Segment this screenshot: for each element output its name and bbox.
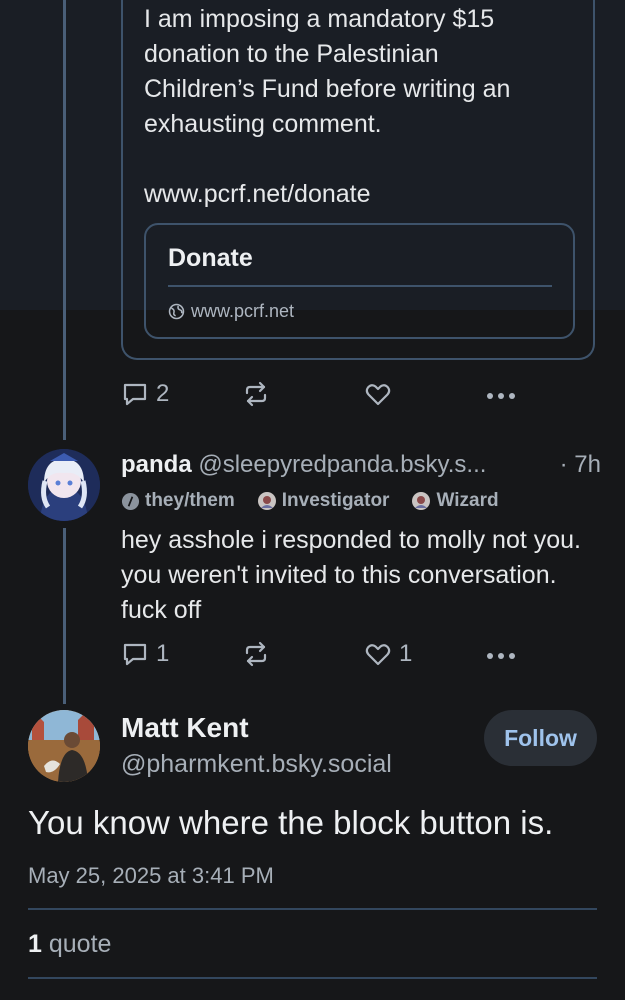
repost-icon [242, 380, 270, 408]
repost-button[interactable] [242, 640, 277, 668]
reply-count: 1 [156, 640, 170, 667]
reply-text: hey asshole i responded to molly not you… [121, 526, 581, 624]
badge-pronouns[interactable]: they/them [121, 490, 235, 512]
link-preview-title: Donate [168, 244, 253, 272]
quoted-post-text: I am imposing a mandatory $15 donation t… [144, 5, 511, 208]
heart-icon [364, 640, 392, 668]
quote-count-number: 1 [28, 930, 42, 958]
reply-icon [121, 380, 149, 408]
slash-circle-icon [121, 492, 140, 511]
badge-wizard-label: Wizard [436, 490, 499, 511]
globe-icon [168, 303, 185, 320]
link-preview-domain-text: www.pcrf.net [191, 301, 295, 321]
main-post-text: You know where the block button is. [28, 804, 554, 841]
like-count: 1 [399, 640, 413, 667]
link-preview-domain: www.pcrf.net [168, 301, 294, 322]
thread-line-top [63, 0, 66, 440]
badge-avatar-icon [257, 491, 277, 511]
reply-header: panda @sleepyredpanda.bsky.s... · 7h [121, 451, 601, 479]
thread-line-middle [63, 528, 66, 704]
divider-top [28, 908, 597, 910]
ellipsis-icon [486, 392, 516, 400]
main-post-handle[interactable]: @pharmkent.bsky.social [121, 750, 392, 779]
badge-wizard[interactable]: Wizard [411, 490, 499, 512]
badge-pronouns-label: they/them [145, 490, 235, 511]
reply-badges: they/them Investigator Wizard [121, 490, 499, 512]
avatar-matt-kent[interactable] [28, 710, 100, 782]
reply-count: 2 [156, 380, 170, 407]
main-post-display-name[interactable]: Matt Kent [121, 712, 249, 744]
reply-button[interactable]: 2 [121, 380, 169, 408]
reply-icon [121, 640, 149, 668]
link-preview-card[interactable]: Donate www.pcrf.net [144, 223, 575, 339]
more-options-button[interactable] [486, 652, 516, 660]
main-post-timestamp: May 25, 2025 at 3:41 PM [28, 863, 274, 888]
reply-button[interactable]: 1 [121, 640, 169, 668]
badge-investigator[interactable]: Investigator [257, 490, 390, 512]
quote-count-label: quote [48, 930, 112, 958]
reply-actions: 1 1 [121, 640, 521, 674]
quote-count-link[interactable]: 1 quote [28, 930, 111, 959]
avatar-panda[interactable] [28, 449, 100, 521]
repost-icon [242, 640, 270, 668]
badge-avatar-icon [411, 491, 431, 511]
more-options-button[interactable] [486, 392, 516, 400]
reply-time: · 7h [559, 451, 601, 478]
like-button[interactable]: 1 [364, 640, 412, 668]
follow-button[interactable]: Follow [484, 710, 597, 766]
divider-bottom [28, 977, 597, 979]
like-button[interactable] [364, 380, 399, 408]
repost-button[interactable] [242, 380, 277, 408]
quoted-post-actions: 2 [121, 380, 521, 414]
ellipsis-icon [486, 652, 516, 660]
heart-icon [364, 380, 392, 408]
link-preview-divider [168, 285, 552, 287]
reply-display-name[interactable]: panda [121, 451, 192, 478]
reply-handle[interactable]: @sleepyredpanda.bsky.s... [198, 451, 486, 478]
badge-investigator-label: Investigator [281, 490, 390, 511]
